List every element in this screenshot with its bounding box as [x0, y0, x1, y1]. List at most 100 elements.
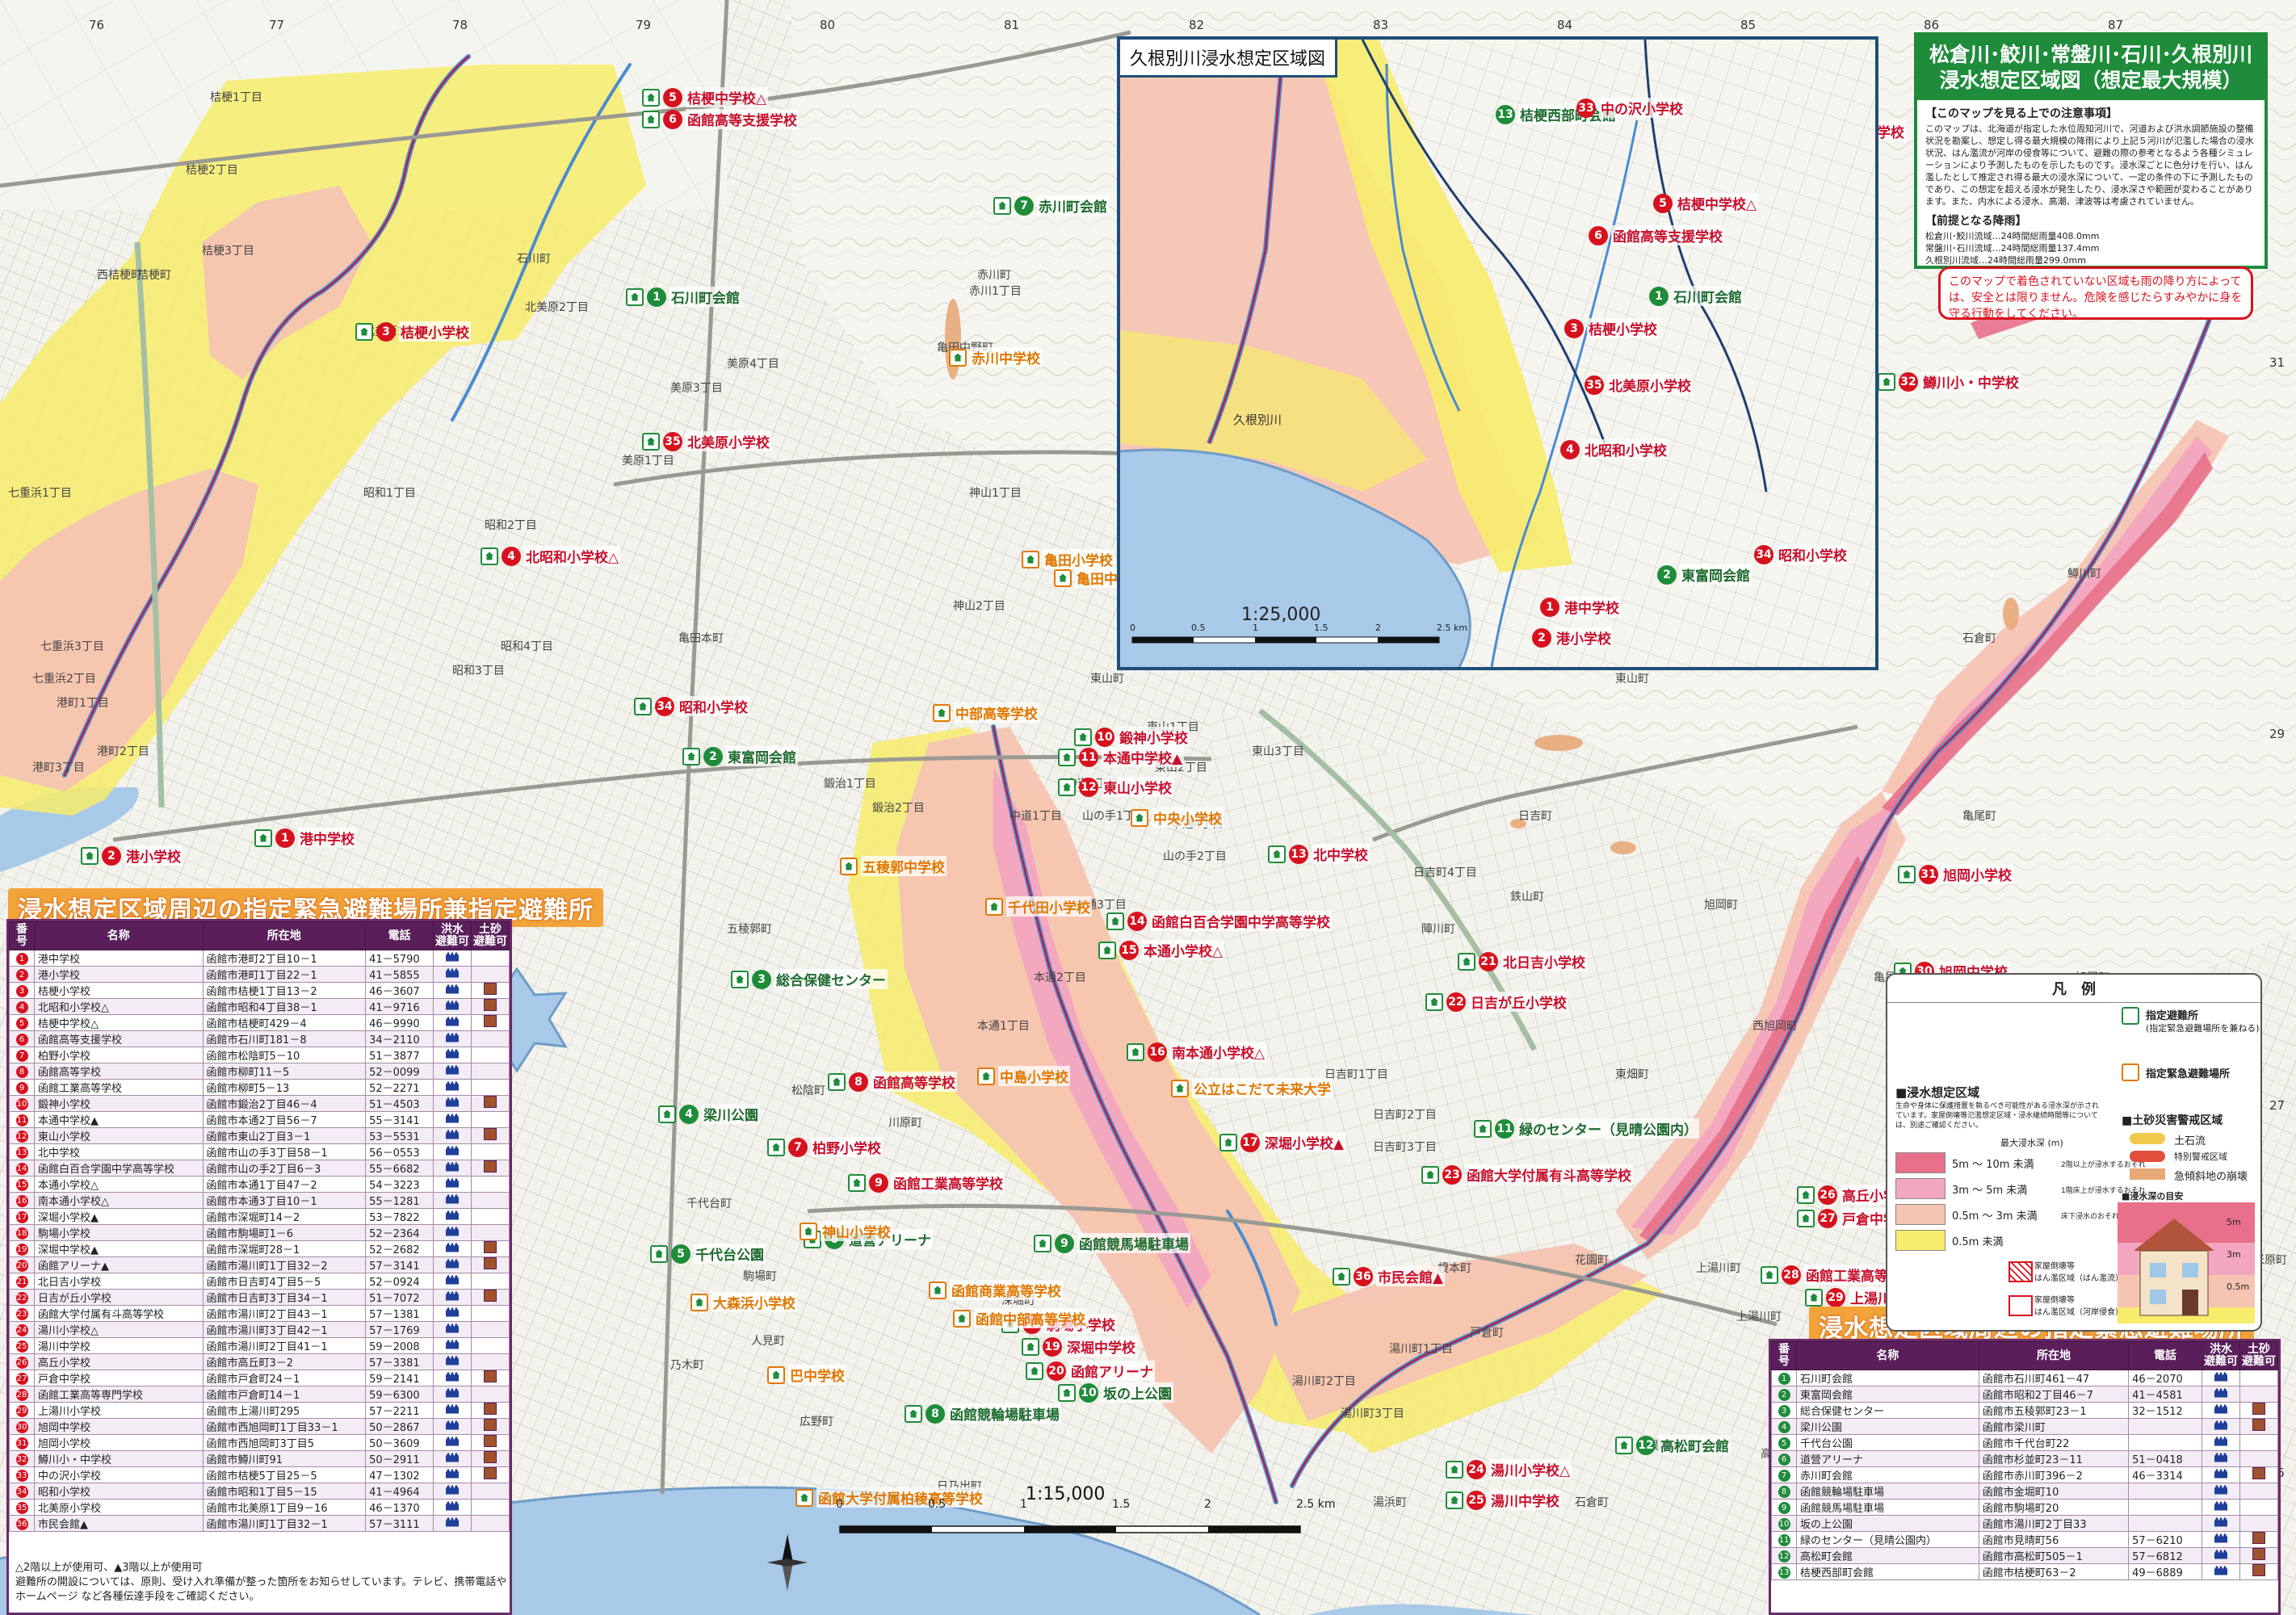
inset-shelter-marker[interactable]: 33 中の沢小学校	[1576, 98, 1685, 118]
shelter-marker[interactable]: 36 市民会館▲	[1333, 1266, 1446, 1286]
table-row[interactable]: 8 函館競輪場駐車場 函館市金堀町10	[1771, 1483, 2278, 1500]
shelter-marker[interactable]: 15 本通小学校△	[1098, 940, 1225, 960]
inset-shelter-marker[interactable]: 3 桔梗小学校	[1564, 318, 1659, 338]
shelter-marker[interactable]: 1 石川町会館	[626, 287, 741, 307]
table-row[interactable]: 28 函館工業高等専門学校 函館市戸倉町14－1 59－6300	[9, 1386, 510, 1403]
table-row[interactable]: 18 駒場小学校 函館市駒場町1－6 52－2364	[9, 1224, 510, 1241]
shelter-marker[interactable]: 35 北美原小学校	[642, 431, 771, 451]
shelter-marker[interactable]: 20 函館アリーナ	[1026, 1361, 1155, 1381]
table-row[interactable]: 4 梁川公園 函館市梁川町	[1771, 1418, 2278, 1435]
table-row[interactable]: 27 戸倉中学校 函館市戸倉町24－1 59－2141	[9, 1370, 510, 1386]
shelter-marker[interactable]: 12 東山小学校	[1058, 777, 1173, 797]
table-row[interactable]: 19 深堀中学校▲ 函館市深堀町28－1 52－2682	[9, 1240, 510, 1257]
shelter-marker[interactable]: 1 港中学校	[254, 828, 356, 848]
table-row[interactable]: 21 北日吉小学校 函館市日吉町4丁目5－5 52－0924	[9, 1273, 510, 1290]
shelter-marker[interactable]: 中部高等学校	[933, 703, 1039, 723]
table-row[interactable]: 34 昭和小学校 函館市昭和1丁目5－15 41－4964	[9, 1483, 510, 1500]
table-row[interactable]: 10 鍛神小学校 函館市鍛治2丁目46－4 51－4503	[9, 1095, 510, 1112]
table-row[interactable]: 13 桔梗西部町会館 函館市桔梗町63－2 49－6889	[1771, 1563, 2278, 1580]
inset-shelter-marker[interactable]: 1 港中学校	[1540, 597, 1621, 617]
shelter-marker[interactable]: 2 港小学校	[81, 845, 183, 866]
table-row[interactable]: 5 千代台公園 函館市千代台町22	[1771, 1434, 2278, 1451]
shelter-marker[interactable]: 34 昭和小学校	[634, 696, 749, 716]
shelter-marker[interactable]: 24 湯川小学校△	[1446, 1459, 1572, 1479]
table-row[interactable]: 10 坂の上公園 函館市湯川町2丁目33	[1771, 1515, 2278, 1532]
shelter-marker[interactable]: 17 深堀小学校▲	[1219, 1132, 1346, 1152]
shelter-marker[interactable]: 8 函館競輪場駐車場	[905, 1403, 1061, 1424]
shelter-marker[interactable]: 6 函館高等支援学校	[642, 109, 799, 129]
table-row[interactable]: 30 旭岡中学校 函館市西旭岡町1丁目33－1 50－2867	[9, 1418, 510, 1435]
table-row[interactable]: 31 旭岡小学校 函館市西旭岡町3丁目5 50－3609	[9, 1434, 510, 1451]
shelter-marker[interactable]: 7 柏野小学校	[767, 1137, 883, 1157]
shelter-marker[interactable]: 函館中部高等学校	[953, 1308, 1087, 1328]
shelter-marker[interactable]: 22 日吉が丘小学校	[1425, 992, 1568, 1012]
shelter-marker[interactable]: 神山小学校	[800, 1221, 892, 1241]
table-row[interactable]: 11 本通中学校▲ 函館市本通2丁目56－7 55－3141	[9, 1111, 510, 1128]
inset-shelter-marker[interactable]: 6 函館高等支援学校	[1589, 225, 1724, 245]
shelter-marker[interactable]: 大森浜小学校	[690, 1292, 797, 1312]
shelter-marker[interactable]: 3 桔梗小学校	[355, 321, 471, 342]
inset-shelter-marker[interactable]: 4 北昭和小学校	[1560, 439, 1668, 459]
table-row[interactable]: 24 湯川小学校△ 函館市湯川町3丁目42－1 57－1769	[9, 1321, 510, 1338]
shelter-marker[interactable]: 公立はこだて未来大学	[1171, 1078, 1333, 1098]
shelter-marker[interactable]: 12 高松町会館	[1615, 1435, 1731, 1455]
table-row[interactable]: 16 南本通小学校△ 函館市本通3丁目10－1 55－1281	[9, 1192, 510, 1209]
shelter-marker[interactable]: 2 東富岡会館	[682, 746, 798, 766]
table-row[interactable]: 1 石川町会館 函館市石川町461－47 46－2070	[1771, 1370, 2278, 1386]
shelter-marker[interactable]: 16 南本通小学校△	[1127, 1042, 1267, 1062]
table-row[interactable]: 4 北昭和小学校△ 函館市昭和4丁目38－1 41－9716	[9, 998, 510, 1015]
table-row[interactable]: 2 東富岡会館 函館市昭和2丁目46－7 41－4581	[1771, 1386, 2278, 1403]
table-row[interactable]: 3 桔梗小学校 函館市桔梗1丁目13－2 46－3607	[9, 982, 510, 999]
shelter-marker[interactable]: 8 函館高等学校	[828, 1072, 957, 1092]
table-row[interactable]: 36 市民会館▲ 函館市湯川町1丁目32－1 57－3111	[9, 1515, 510, 1532]
table-row[interactable]: 22 日吉が丘小学校 函館市日吉町3丁目34－1 51－7072	[9, 1289, 510, 1306]
table-row[interactable]: 9 函館競馬場駐車場 函館市駒場町20	[1771, 1499, 2278, 1516]
table-row[interactable]: 3 総合保健センター 函館市五稜郭町23－1 32－1512	[1771, 1402, 2278, 1419]
shelter-marker[interactable]: 五稜郭中学校	[840, 856, 947, 876]
inset-shelter-marker[interactable]: 2 東富岡会館	[1657, 564, 1752, 585]
table-row[interactable]: 11 緑のセンター（見晴公園内） 函館市見晴町56 57－6210	[1771, 1531, 2278, 1548]
shelter-marker[interactable]: 31 旭岡小学校	[1898, 864, 2013, 884]
shelter-marker[interactable]: 10 坂の上公園	[1058, 1382, 1173, 1403]
table-row[interactable]: 12 高松町会館 函館市高松町505－1 57－6812	[1771, 1547, 2278, 1564]
table-row[interactable]: 15 本通小学校△ 函館市本通1丁目47－2 54－3223	[9, 1176, 510, 1193]
shelter-marker[interactable]: 23 函館大学付属有斗高等学校	[1421, 1164, 1633, 1185]
table-row[interactable]: 29 上湯川小学校 函館市上湯川町295 57－2211	[9, 1402, 510, 1419]
shelter-marker[interactable]: 11 本通中学校▲	[1058, 747, 1185, 767]
table-row[interactable]: 32 鱒川小・中学校 函館市鱒川町91 50－2911	[9, 1450, 510, 1467]
inset-shelter-marker[interactable]: 34 昭和小学校	[1754, 544, 1849, 564]
shelter-marker[interactable]: 11 緑のセンター（見晴公園内）	[1474, 1118, 1699, 1139]
table-row[interactable]: 6 道營アリーナ 函館市杉並町23－11 51－0418	[1771, 1450, 2278, 1467]
table-row[interactable]: 26 高丘小学校 函館市高丘町3－2 57－3381	[9, 1353, 510, 1370]
shelter-marker[interactable]: 5 千代台公園	[650, 1244, 766, 1264]
shelter-marker[interactable]: 中央小学校	[1131, 808, 1224, 828]
shelter-marker[interactable]: 函館商業高等学校	[929, 1280, 1063, 1300]
shelter-marker[interactable]: 函館大学付属柏稜高等学校	[795, 1487, 984, 1508]
table-row[interactable]: 17 深堀小学校▲ 函館市深堀町14－2 53－7822	[9, 1208, 510, 1225]
shelter-marker[interactable]: 9 函館競馬場駐車場	[1034, 1233, 1190, 1253]
inset-shelter-marker[interactable]: 5 桔梗中学校△	[1653, 193, 1759, 213]
table-row[interactable]: 20 函館アリーナ▲ 函館市湯川町1丁目32－2 57－3141	[9, 1256, 510, 1273]
shelter-marker[interactable]: 千代田小学校	[985, 896, 1092, 917]
inset-shelter-marker[interactable]: 35 北美原小学校	[1585, 375, 1693, 395]
table-row[interactable]: 7 柏野小学校 函館市松陰町5－10 51－3877	[9, 1047, 510, 1063]
shelter-marker[interactable]: 21 北日吉小学校	[1458, 951, 1587, 971]
shelter-marker[interactable]: 5 桔梗中学校△	[642, 87, 769, 107]
table-row[interactable]: 14 函館白百合学園中学高等学校 函館市山の手2丁目6－3 55－6682	[9, 1160, 510, 1177]
table-row[interactable]: 25 湯川中学校 函館市湯川町2丁目41－1 59－2008	[9, 1337, 510, 1354]
inset-shelter-marker[interactable]: 1 石川町会館	[1649, 286, 1744, 306]
table-row[interactable]: 9 函館工業高等学校 函館市柳町5－13 52－2271	[9, 1079, 510, 1096]
table-row[interactable]: 23 函館大学付属有斗高等学校 函館市湯川町2丁目43－1 57－1381	[9, 1305, 510, 1322]
inset-shelter-marker[interactable]: 2 港小学校	[1532, 627, 1613, 648]
table-row[interactable]: 8 函館高等学校 函館市柳町11－5 52－0099	[9, 1063, 510, 1080]
shelter-marker[interactable]: 13 北中学校	[1268, 844, 1370, 864]
table-row[interactable]: 5 桔梗中学校△ 函館市桔梗町429－4 46－9990	[9, 1014, 510, 1031]
table-row[interactable]: 6 函館高等支援学校 函館市石川町181－8 34－2110	[9, 1030, 510, 1047]
table-row[interactable]: 7 赤川町会館 函館市赤川町396－2 46－3314	[1771, 1466, 2278, 1483]
shelter-marker[interactable]: 32 鱒川小・中学校	[1878, 371, 2021, 392]
table-row[interactable]: 13 北中学校 函館市山の手3丁目58－1 56－0553	[9, 1143, 510, 1160]
table-row[interactable]: 33 中の沢小学校 函館市桔梗5丁目25－5 47－1302	[9, 1466, 510, 1483]
shelter-marker[interactable]: 14 函館白百合学園中学高等学校	[1106, 911, 1332, 931]
shelter-marker[interactable]: 19 深堀中学校	[1022, 1336, 1137, 1357]
table-row[interactable]: 1 港中学校 函館市港町2丁目10－1 41－5790	[9, 950, 510, 967]
